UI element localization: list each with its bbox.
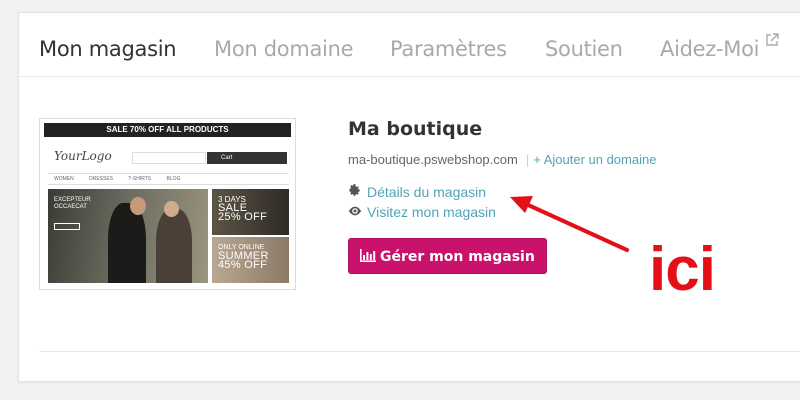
red-arrow-annotation	[510, 196, 629, 252]
annotation-label: ici	[649, 235, 716, 304]
